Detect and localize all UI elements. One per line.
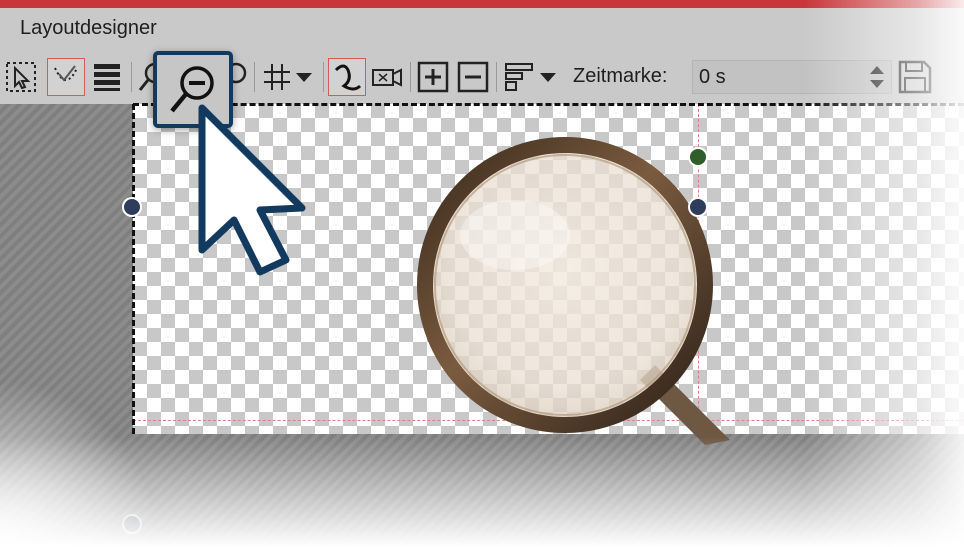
- toolbar-separator: [254, 62, 255, 92]
- remove-icon: [457, 61, 489, 93]
- title-bar: Layoutdesigner: [0, 8, 964, 46]
- snap-curve-icon: [54, 65, 78, 82]
- toolbar-separator: [496, 62, 497, 92]
- toolbar-separator: [131, 62, 132, 92]
- add-button[interactable]: [414, 58, 452, 96]
- select-region-icon: [6, 62, 36, 92]
- time-marker-input[interactable]: 0 s: [692, 60, 892, 94]
- camera-button[interactable]: [368, 58, 406, 96]
- save-icon: [898, 60, 932, 94]
- resize-handle-top-center[interactable]: [688, 197, 708, 217]
- dropdown-arrow-icon: [296, 73, 312, 82]
- remove-button[interactable]: [454, 58, 492, 96]
- camera-icon: [372, 68, 402, 87]
- grid-button[interactable]: [258, 58, 296, 96]
- save-button[interactable]: [896, 58, 934, 96]
- window-accent-bar: [0, 0, 964, 8]
- selection-border-left: [132, 104, 135, 434]
- grid-icon: [264, 64, 290, 90]
- toolbar-separator: [410, 62, 411, 92]
- add-icon: [417, 61, 449, 93]
- layoutdesigner-window: Layoutdesigner Zeitmarke: 0 s: [0, 0, 964, 547]
- grid-dropdown-button[interactable]: [292, 58, 316, 96]
- motion-path-icon: [334, 64, 362, 91]
- resize-handle-bottom-left[interactable]: [122, 514, 142, 534]
- time-marker-label: Zeitmarke:: [573, 65, 668, 87]
- toolbar: Zeitmarke: 0 s: [0, 46, 964, 104]
- spin-arrows-icon[interactable]: [866, 62, 888, 92]
- pointer-cursor-icon: [198, 104, 306, 276]
- toolbar-separator: [323, 62, 324, 92]
- magnifying-glass-image: [417, 137, 730, 445]
- window-title: Layoutdesigner: [20, 17, 157, 39]
- align-dropdown-button[interactable]: [536, 58, 560, 96]
- layers-list-button[interactable]: [88, 58, 126, 96]
- snap-curve-button[interactable]: [47, 58, 85, 96]
- dropdown-arrow-icon: [540, 73, 556, 82]
- align-button[interactable]: [500, 58, 538, 96]
- select-region-button[interactable]: [2, 58, 40, 96]
- align-icon: [505, 63, 533, 91]
- motion-path-button[interactable]: [328, 58, 366, 96]
- rotation-handle[interactable]: [688, 147, 708, 167]
- resize-handle-top-left[interactable]: [122, 197, 142, 217]
- layers-list-icon: [94, 64, 120, 91]
